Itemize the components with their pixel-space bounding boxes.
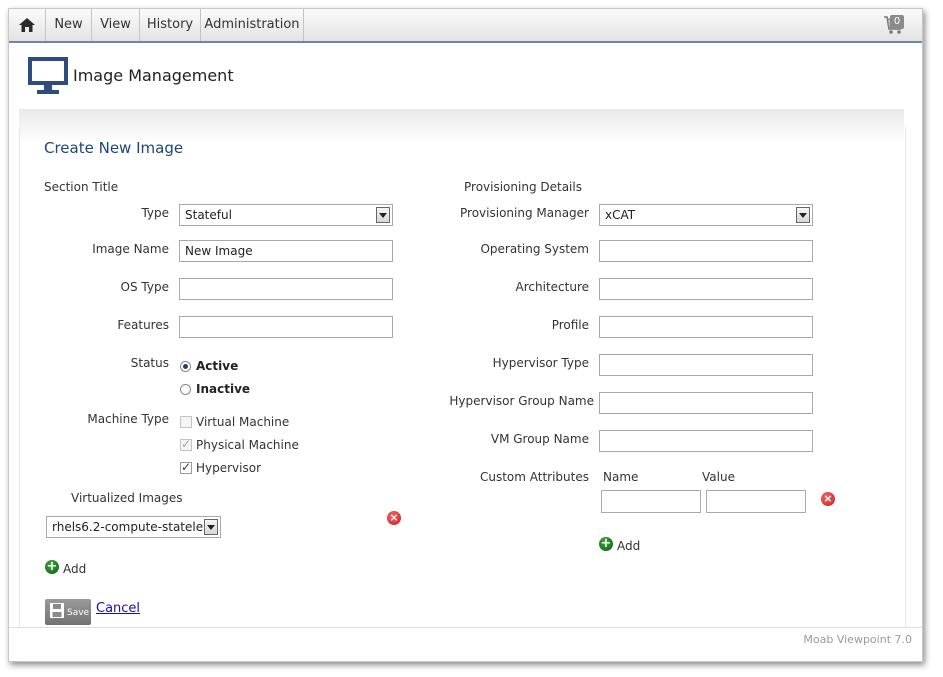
- attr-name-input[interactable]: [601, 490, 701, 513]
- physical-machine-checkbox[interactable]: [180, 437, 192, 451]
- vm-group-label: VM Group Name: [490, 432, 589, 446]
- virtualized-image-value: rhels6.2-compute-statele:: [52, 520, 208, 534]
- os-type-input[interactable]: [179, 278, 393, 300]
- remove-attribute-icon[interactable]: ×: [821, 492, 835, 506]
- features-input[interactable]: [179, 316, 393, 338]
- add-attribute-link[interactable]: Add: [617, 539, 640, 553]
- remove-image-icon[interactable]: ×: [387, 511, 401, 525]
- hypervisor-group-label: Hypervisor Group Name: [449, 394, 594, 408]
- provisioning-manager-select[interactable]: xCAT: [599, 204, 813, 226]
- save-button-label: Save: [67, 608, 90, 618]
- type-select-value: Stateful: [185, 208, 232, 222]
- home-button[interactable]: [9, 9, 46, 41]
- attr-value-header: Value: [702, 470, 735, 484]
- add-image-link[interactable]: Add: [63, 562, 86, 576]
- chevron-down-icon[interactable]: [796, 207, 810, 223]
- virtual-machine-label: Virtual Machine: [196, 415, 290, 429]
- operating-system-input[interactable]: [599, 240, 813, 262]
- physical-machine-label: Physical Machine: [196, 438, 299, 452]
- nav-view[interactable]: View: [92, 9, 140, 41]
- os-type-label: OS Type: [120, 280, 169, 294]
- top-navbar: New View History Administration 0: [9, 9, 922, 43]
- hypervisor-label: Hypervisor: [196, 461, 262, 475]
- vm-group-input[interactable]: [599, 430, 813, 452]
- virtualized-images-label: Virtualized Images: [71, 491, 183, 505]
- add-image-icon[interactable]: +: [45, 560, 59, 574]
- floppy-disk-icon: [50, 603, 64, 618]
- hypervisor-type-label: Hypervisor Type: [492, 356, 589, 370]
- chevron-down-icon[interactable]: [376, 207, 390, 223]
- cancel-link[interactable]: Cancel: [96, 601, 140, 616]
- hypervisor-type-input[interactable]: [599, 354, 813, 376]
- nav-administration[interactable]: Administration: [201, 9, 304, 41]
- attr-value-input[interactable]: [706, 490, 806, 513]
- status-inactive-radio[interactable]: [180, 384, 191, 395]
- add-attribute-icon[interactable]: +: [599, 537, 613, 551]
- chevron-down-icon[interactable]: [204, 519, 218, 535]
- type-select[interactable]: Stateful: [179, 204, 393, 226]
- status-inactive-label: Inactive: [196, 382, 251, 396]
- provisioning-manager-value: xCAT: [605, 208, 636, 222]
- page-title: Image Management: [73, 66, 234, 85]
- features-label: Features: [117, 318, 169, 332]
- status-label: Status: [130, 356, 169, 370]
- status-active-radio[interactable]: [180, 361, 191, 372]
- image-name-label: Image Name: [92, 242, 169, 256]
- nav-new[interactable]: New: [46, 9, 92, 41]
- home-icon: [19, 18, 35, 32]
- app-window: New View History Administration 0 Image …: [8, 8, 923, 662]
- hypervisor-group-input[interactable]: [599, 392, 813, 414]
- left-section-title: Section Title: [44, 180, 119, 194]
- profile-label: Profile: [551, 318, 589, 332]
- image-name-input[interactable]: New Image: [179, 240, 393, 262]
- machine-type-label: Machine Type: [87, 412, 169, 426]
- right-section-title: Provisioning Details: [464, 180, 582, 194]
- form-title: Create New Image: [44, 139, 184, 157]
- architecture-input[interactable]: [599, 278, 813, 300]
- architecture-label: Architecture: [515, 280, 589, 294]
- save-button[interactable]: Save: [45, 599, 91, 625]
- virtual-machine-checkbox[interactable]: [180, 416, 192, 428]
- type-label: Type: [141, 206, 169, 220]
- form-panel: [19, 127, 906, 627]
- profile-input[interactable]: [599, 316, 813, 338]
- custom-attributes-label: Custom Attributes: [479, 470, 589, 484]
- footer-version: Moab Viewpoint 7.0: [803, 633, 912, 646]
- footer-divider: [9, 627, 922, 628]
- monitor-icon: [28, 57, 68, 94]
- cart-count-badge: 0: [890, 15, 904, 29]
- attr-name-header: Name: [603, 470, 639, 484]
- virtualized-image-select[interactable]: rhels6.2-compute-statele:: [46, 516, 221, 538]
- hypervisor-checkbox[interactable]: [180, 460, 192, 474]
- operating-system-label: Operating System: [480, 242, 589, 256]
- nav-history[interactable]: History: [140, 9, 201, 41]
- status-active-label: Active: [196, 359, 239, 373]
- provisioning-manager-label: Provisioning Manager: [460, 206, 589, 220]
